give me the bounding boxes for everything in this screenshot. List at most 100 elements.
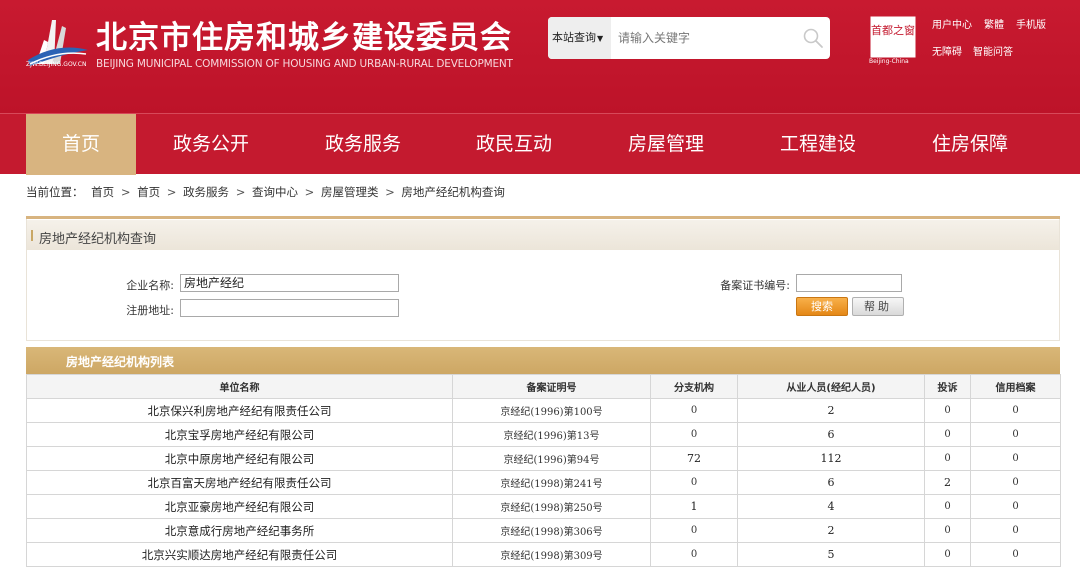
search-button[interactable]: 搜索 [796, 297, 848, 316]
company-name-label: 企业名称: [126, 279, 174, 292]
staff-cell[interactable]: 6 [737, 422, 925, 447]
nav-item-housing-management[interactable]: 房屋管理 [601, 114, 731, 175]
nav-item-home[interactable]: 首页 [26, 114, 136, 175]
staff-cell[interactable]: 2 [737, 398, 925, 423]
nav-item-construction[interactable]: 工程建设 [753, 114, 883, 175]
complaints-cell[interactable]: 2 [924, 470, 971, 495]
cert-number-cell: 京经纪(1998)第309号 [452, 542, 651, 567]
credit-file-cell[interactable]: 0 [970, 494, 1061, 519]
help-button[interactable]: 帮助 [852, 297, 904, 316]
registered-address-input[interactable] [180, 299, 399, 317]
search-icon[interactable] [802, 27, 824, 49]
site-title[interactable]: 北京市住房和城乡建设委员会 [96, 12, 512, 57]
registered-address-label: 注册地址: [126, 304, 174, 317]
nav-item-housing-security[interactable]: 住房保障 [905, 114, 1035, 175]
credit-file-cell[interactable]: 0 [970, 542, 1061, 567]
breadcrumb-item-query-center[interactable]: 查询中心 [252, 185, 298, 199]
cert-number-cell: 京经纪(1996)第13号 [452, 422, 651, 447]
breadcrumb-item-current: 房地产经纪机构查询 [401, 185, 505, 199]
capital-logo-text-top: 首都之窗 [871, 23, 915, 37]
site-header: ZJW.BEIJING.GOV.CN 北京市住房和城乡建设委员会 BEIJING… [0, 0, 1080, 113]
query-panel-header: 房地产经纪机构查询 [27, 220, 1059, 250]
complaints-cell[interactable]: 0 [924, 542, 971, 567]
staff-cell[interactable]: 5 [737, 542, 925, 567]
credit-file-cell[interactable]: 0 [970, 422, 1061, 447]
column-header-credit-file[interactable]: 信用档案 [970, 374, 1061, 399]
staff-cell[interactable]: 6 [737, 470, 925, 495]
agency-table: 单位名称 备案证明号 分支机构 从业人员(经纪人员) 投诉 信用档案 北京保兴利… [26, 374, 1061, 567]
unit-name-link[interactable]: 北京保兴利房地产经纪有限责任公司 [26, 398, 453, 423]
nav-item-gov-services[interactable]: 政务服务 [298, 114, 428, 175]
breadcrumb-item-home[interactable]: 首页 [91, 185, 114, 199]
branches-cell[interactable]: 0 [650, 542, 738, 567]
cert-number-input[interactable] [796, 274, 902, 292]
traditional-chinese-link[interactable]: 繁體 [984, 16, 1004, 31]
table-row: 北京兴实顺达房地产经纪有限责任公司 京经纪(1998)第309号 0 5 0 0 [26, 542, 1061, 567]
search-input[interactable] [614, 17, 794, 59]
cert-number-label: 备案证书编号: [720, 279, 790, 292]
complaints-cell[interactable]: 0 [924, 398, 971, 423]
site-search-box: 本站查询▼ [548, 17, 830, 59]
complaints-cell[interactable]: 0 [924, 518, 971, 543]
branches-cell[interactable]: 0 [650, 422, 738, 447]
logo-domain-text: ZJW.BEIJING.GOV.CN [26, 61, 87, 68]
credit-file-cell[interactable]: 0 [970, 470, 1061, 495]
unit-name-link[interactable]: 北京意成行房地产经纪事务所 [26, 518, 453, 543]
complaints-cell[interactable]: 0 [924, 446, 971, 471]
credit-file-cell[interactable]: 0 [970, 518, 1061, 543]
complaints-cell[interactable]: 0 [924, 422, 971, 447]
company-name-input[interactable]: 房地产经纪 [180, 274, 399, 292]
breadcrumb-item-housing-category[interactable]: 房屋管理类 [321, 185, 379, 199]
query-panel-title: 房地产经纪机构查询 [39, 232, 157, 247]
chevron-down-icon: ▼ [597, 34, 604, 43]
site-subtitle: BEIJING MUNICIPAL COMMISSION OF HOUSING … [96, 58, 513, 70]
branches-cell[interactable]: 0 [650, 398, 738, 423]
unit-name-link[interactable]: 北京宝孚房地产经纪有限公司 [26, 422, 453, 447]
capital-caption: Beijing-China [869, 58, 909, 65]
breadcrumb-item-gov-services[interactable]: 政务服务 [183, 185, 229, 199]
branches-cell[interactable]: 0 [650, 470, 738, 495]
credit-file-cell[interactable]: 0 [970, 446, 1061, 471]
table-row: 北京宝孚房地产经纪有限公司 京经纪(1996)第13号 0 6 0 0 [26, 422, 1061, 447]
branches-cell[interactable]: 1 [650, 494, 738, 519]
breadcrumb-separator-icon: > [304, 185, 315, 199]
cert-number-cell: 京经纪(1998)第306号 [452, 518, 651, 543]
column-header-staff[interactable]: 从业人员(经纪人员) [737, 374, 925, 399]
main-nav: 首页 政务公开 政务服务 政民互动 房屋管理 工程建设 住房保障 [0, 113, 1080, 175]
breadcrumb-separator-icon: > [166, 185, 177, 199]
breadcrumb-item-home-2[interactable]: 首页 [137, 185, 160, 199]
branches-cell[interactable]: 72 [650, 446, 738, 471]
column-header-unit-name[interactable]: 单位名称 [26, 374, 453, 399]
unit-name-link[interactable]: 北京百富天房地产经纪有限责任公司 [26, 470, 453, 495]
unit-name-link[interactable]: 北京亚豪房地产经纪有限公司 [26, 494, 453, 519]
unit-name-link[interactable]: 北京兴实顺达房地产经纪有限责任公司 [26, 542, 453, 567]
list-title: 房地产经纪机构列表 [66, 355, 175, 369]
table-row: 北京亚豪房地产经纪有限公司 京经纪(1998)第250号 1 4 0 0 [26, 494, 1061, 519]
user-center-link[interactable]: 用户中心 [932, 16, 972, 31]
column-header-branches[interactable]: 分支机构 [650, 374, 738, 399]
mobile-version-link[interactable]: 手机版 [1016, 16, 1046, 31]
search-scope-select[interactable]: 本站查询▼ [548, 17, 611, 59]
smart-qa-link[interactable]: 智能问答 [973, 43, 1013, 58]
panel-top-border [26, 216, 1060, 219]
column-header-cert-number[interactable]: 备案证明号 [452, 374, 651, 399]
accessibility-link[interactable]: 无障碍 [932, 43, 962, 58]
cert-number-cell: 京经纪(1998)第241号 [452, 470, 651, 495]
nav-item-interaction[interactable]: 政民互动 [449, 114, 579, 175]
staff-cell[interactable]: 2 [737, 518, 925, 543]
breadcrumb-prefix: 当前位置： [26, 185, 84, 199]
table-row: 北京意成行房地产经纪事务所 京经纪(1998)第306号 0 2 0 0 [26, 518, 1061, 543]
nav-item-gov-affairs-disclosure[interactable]: 政务公开 [146, 114, 276, 175]
branches-cell[interactable]: 0 [650, 518, 738, 543]
staff-cell[interactable]: 112 [737, 446, 925, 471]
complaints-cell[interactable]: 0 [924, 494, 971, 519]
table-row: 北京百富天房地产经纪有限责任公司 京经纪(1998)第241号 0 6 2 0 [26, 470, 1061, 495]
staff-cell[interactable]: 4 [737, 494, 925, 519]
list-header: 房地产经纪机构列表 [26, 347, 1060, 374]
table-header-row: 单位名称 备案证明号 分支机构 从业人员(经纪人员) 投诉 信用档案 [26, 374, 1061, 399]
column-header-complaints[interactable]: 投诉 [924, 374, 971, 399]
credit-file-cell[interactable]: 0 [970, 398, 1061, 423]
table-row: 北京保兴利房地产经纪有限责任公司 京经纪(1996)第100号 0 2 0 0 [26, 398, 1061, 423]
cert-number-cell: 京经纪(1996)第94号 [452, 446, 651, 471]
unit-name-link[interactable]: 北京中原房地产经纪有限公司 [26, 446, 453, 471]
